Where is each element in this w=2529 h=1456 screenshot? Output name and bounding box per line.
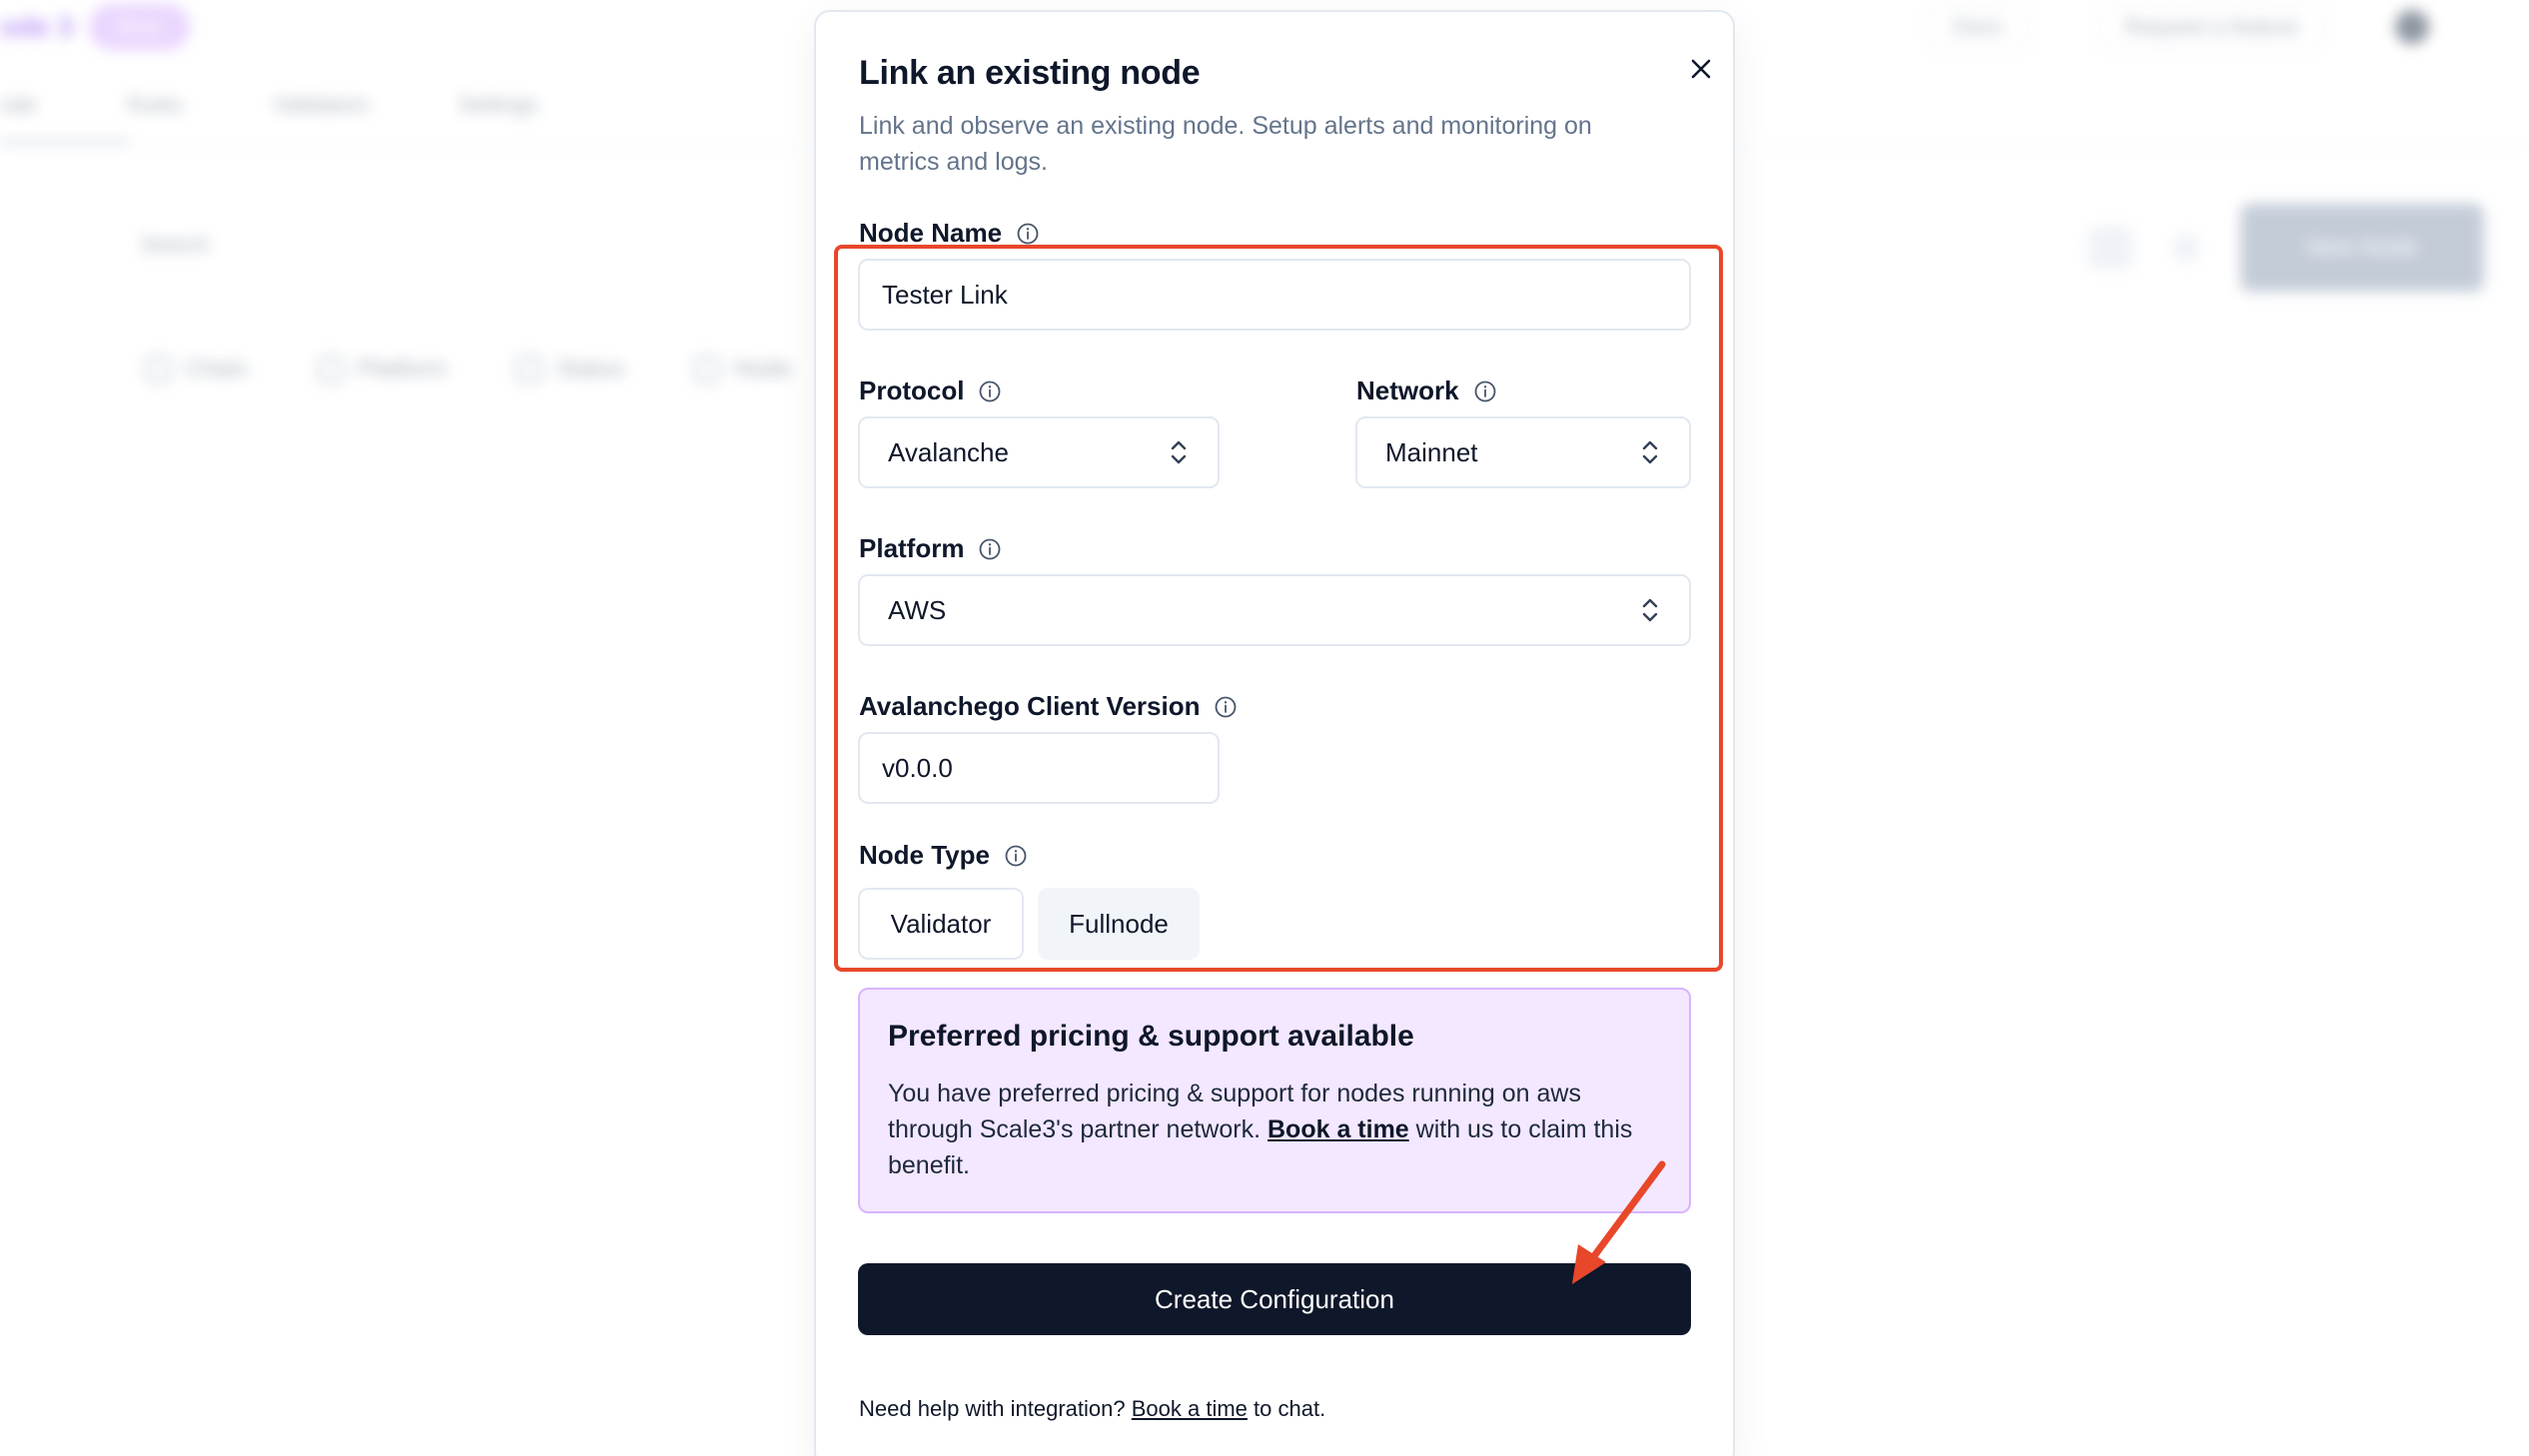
client-version-label-text: Avalanchego Client Version bbox=[859, 691, 1201, 721]
top-actions: Docs Request a feature bbox=[1926, 4, 2429, 50]
chevron-up-down-icon bbox=[1642, 598, 1658, 622]
tab-rules: Rules bbox=[126, 92, 183, 117]
modal-description: Link and observe an existing node. Setup… bbox=[859, 112, 1592, 176]
tab-validators: Validators bbox=[272, 92, 370, 117]
platform-label-text: Platform bbox=[859, 533, 965, 563]
protocol-label-text: Protocol bbox=[859, 375, 965, 405]
background-search: Search bbox=[140, 232, 210, 257]
brand-name: ode 3 bbox=[0, 11, 74, 42]
chevron-up-down-icon bbox=[1171, 440, 1187, 464]
beta-badge: Beta bbox=[89, 4, 191, 50]
network-label: Network bbox=[1356, 375, 1497, 406]
help-text: Need help with integration? Book a time … bbox=[859, 1396, 1325, 1422]
network-select[interactable]: Mainnet bbox=[1355, 416, 1691, 488]
callout-title: Preferred pricing & support available bbox=[888, 1020, 1414, 1053]
help-book-a-time-link[interactable]: Book a time bbox=[1132, 1396, 1248, 1421]
chevron-up-down-icon bbox=[1642, 440, 1658, 464]
help-text-after: to chat. bbox=[1254, 1396, 1326, 1421]
protocol-label: Protocol bbox=[859, 375, 1002, 406]
platform-select[interactable]: AWS bbox=[858, 574, 1691, 646]
filter-platform: Platform bbox=[317, 356, 446, 383]
docs-button: Docs bbox=[1926, 4, 2030, 50]
background-filters: Chain Platform Status Node bbox=[145, 356, 792, 383]
settings-icon bbox=[2172, 234, 2200, 262]
client-version-input[interactable] bbox=[858, 732, 1220, 804]
tab-settings: Settings bbox=[458, 92, 538, 117]
node-name-label: Node Name bbox=[859, 218, 1040, 249]
background-tools: New Node bbox=[2089, 204, 2484, 292]
network-value: Mainnet bbox=[1385, 436, 1478, 467]
theme-toggle-icon bbox=[2395, 10, 2429, 44]
node-name-input[interactable] bbox=[858, 259, 1691, 331]
grid-view-icon bbox=[2089, 226, 2132, 270]
filter-node: Node bbox=[694, 356, 792, 383]
close-icon bbox=[1691, 59, 1711, 79]
node-type-label-text: Node Type bbox=[859, 840, 990, 870]
node-type-fullnode-button[interactable]: Fullnode bbox=[1038, 888, 1200, 960]
network-label-text: Network bbox=[1356, 375, 1459, 405]
brand: ode 3 Beta bbox=[0, 4, 191, 50]
node-type-validator-button[interactable]: Validator bbox=[858, 888, 1024, 960]
info-icon[interactable] bbox=[978, 537, 1002, 561]
book-a-time-link[interactable]: Book a time bbox=[1267, 1115, 1409, 1143]
request-feature-button: Request a feature bbox=[2099, 4, 2325, 50]
tab-nodes: ode bbox=[0, 92, 37, 117]
info-icon[interactable] bbox=[978, 379, 1002, 403]
callout-text: You have preferred pricing & support for… bbox=[888, 1076, 1647, 1183]
info-icon[interactable] bbox=[1004, 844, 1028, 868]
client-version-label: Avalanchego Client Version bbox=[859, 691, 1238, 722]
info-icon[interactable] bbox=[1214, 695, 1238, 719]
node-type-label: Node Type bbox=[859, 840, 1028, 871]
background-tabs: ode Rules Validators Settings bbox=[0, 92, 538, 118]
help-text-before: Need help with integration? bbox=[859, 1396, 1126, 1421]
platform-value: AWS bbox=[888, 594, 947, 625]
protocol-select[interactable]: Avalanche bbox=[858, 416, 1220, 488]
platform-label: Platform bbox=[859, 533, 1002, 564]
node-name-label-text: Node Name bbox=[859, 218, 1003, 248]
filter-chain: Chain bbox=[145, 356, 248, 383]
close-button[interactable] bbox=[1676, 44, 1726, 94]
protocol-value: Avalanche bbox=[888, 436, 1009, 467]
filter-status: Status bbox=[516, 356, 624, 383]
active-tab-underline bbox=[0, 140, 130, 143]
annotation-arrow-icon bbox=[1572, 1160, 1666, 1284]
info-icon[interactable] bbox=[1473, 379, 1497, 403]
new-node-button: New Node bbox=[2240, 204, 2484, 292]
modal-title: Link an existing node bbox=[859, 54, 1201, 92]
info-icon[interactable] bbox=[1016, 222, 1040, 246]
